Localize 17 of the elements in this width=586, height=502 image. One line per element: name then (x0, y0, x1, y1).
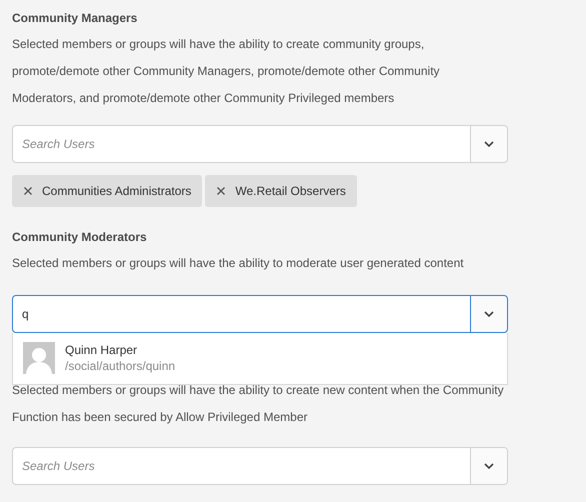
section-description: Selected members or groups will have the ability to create community groups, promote/demote other Community Managers, promote/demote other Community Moderators, and promote/demote other Community Privileged members (12, 36, 441, 107)
remove-icon[interactable] (217, 187, 226, 195)
section-heading: Community Moderators (12, 229, 148, 245)
avatar-icon (23, 342, 55, 374)
tag-label: We.Retail Observers (235, 184, 346, 198)
chevron-down-icon (484, 311, 494, 317)
dropdown-button[interactable] (470, 296, 507, 332)
tag-label: Communities Administrators (42, 184, 192, 198)
chevron-down-icon (484, 463, 494, 469)
user-name: Quinn Harper (65, 342, 138, 358)
section-heading: Community Managers (12, 10, 138, 26)
section-description: Selected members or groups will have the ability to moderate user generated content (12, 255, 465, 272)
remove-icon[interactable] (24, 187, 32, 195)
suggestion-item[interactable]: Quinn Harper /social/authors/quinn (13, 333, 507, 384)
chevron-down-icon (484, 141, 494, 147)
user-path: /social/authors/quinn (65, 358, 176, 374)
section-description: Selected members or groups will have the ability to create new content when the Community Function has been secured by Allow Privileged Member (12, 382, 505, 426)
